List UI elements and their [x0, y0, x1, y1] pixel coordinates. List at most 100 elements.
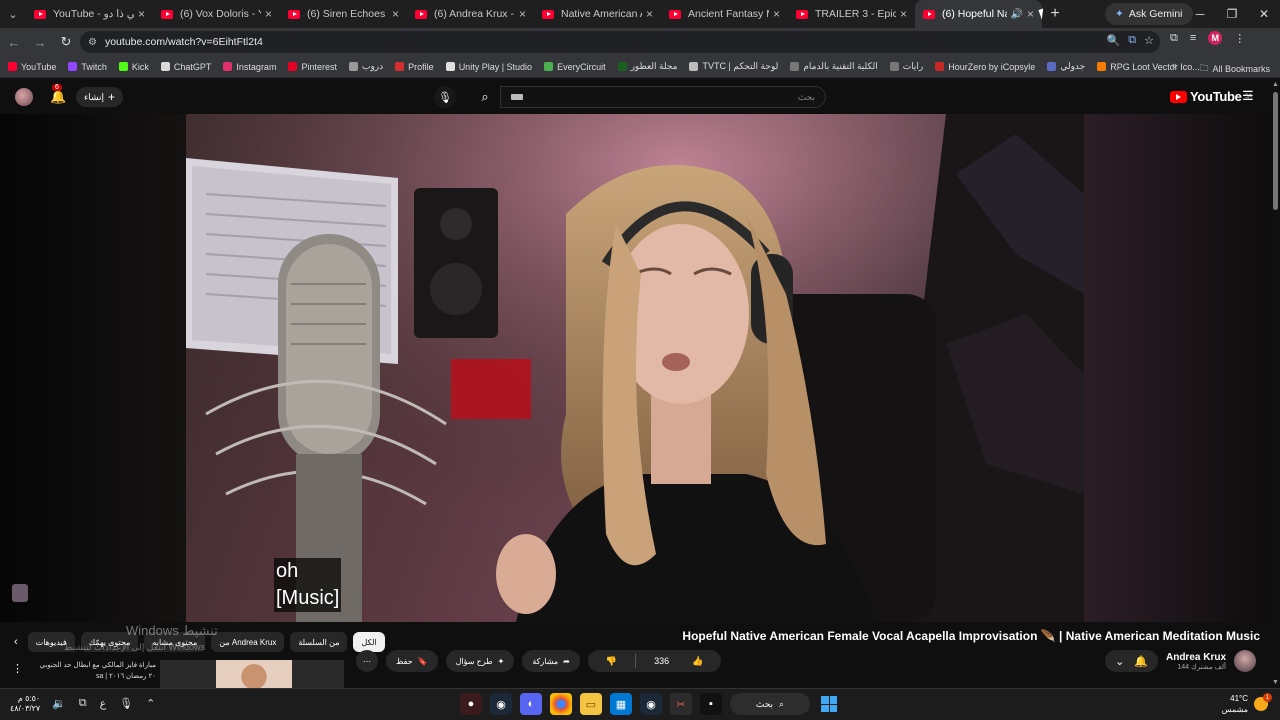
close-tab-icon[interactable]: × [138, 7, 145, 21]
speaker-icon[interactable]: 🔊 [1011, 9, 1023, 20]
browser-menu-icon[interactable]: ⋮ [1234, 32, 1245, 45]
share-button[interactable]: مشاركة ➦ [522, 650, 580, 672]
taskbar-search[interactable]: بحث ⌕ [730, 693, 810, 715]
mini-channel-avatar[interactable] [12, 584, 28, 602]
close-tab-icon[interactable]: × [519, 7, 526, 21]
minimize-icon[interactable]: ─ [1184, 0, 1216, 28]
bookmark-item[interactable]: Twitch [68, 62, 107, 72]
bookmark-item[interactable]: ChatGPT [160, 62, 211, 72]
steam-alt-icon[interactable]: ◉ [640, 693, 662, 715]
snipping-tool-icon[interactable]: ✂ [670, 693, 692, 715]
scroll-down-icon[interactable]: ▼ [1272, 679, 1279, 686]
close-window-icon[interactable]: ✕ [1248, 0, 1280, 28]
bookmark-item[interactable]: دروب [348, 61, 383, 72]
browser-tab-active[interactable]: (6) Hopeful Native 🔊 × [915, 0, 1042, 28]
site-info-icon[interactable]: ⚙ [88, 37, 97, 48]
address-bar[interactable]: ⚙ youtube.com/watch?v=6EihtFtl2t4 🔍 ⧉ ☆ [80, 31, 1160, 53]
terminal-icon[interactable]: ▪ [700, 693, 722, 715]
bookmark-item[interactable]: EveryCircuit [544, 62, 606, 72]
close-tab-icon[interactable]: × [773, 7, 780, 21]
reload-icon[interactable]: ↻ [54, 30, 78, 54]
chevron-left-icon[interactable]: ‹ [14, 636, 18, 648]
steam-icon[interactable]: ◉ [490, 693, 512, 715]
bookmark-item[interactable]: HourZero by iCopsyle [935, 62, 1035, 72]
translate-icon[interactable]: ⧉ [1128, 34, 1136, 47]
zoom-icon[interactable]: 🔍 [1107, 34, 1121, 47]
windows-start-icon[interactable] [818, 693, 840, 715]
bookmark-item[interactable]: TVTC | لوحة التحكم [689, 61, 778, 72]
chrome-icon[interactable] [550, 693, 572, 715]
bookmark-item[interactable]: Instagram [223, 62, 276, 72]
bookmark-item[interactable]: مجلة العطور [617, 61, 677, 72]
browser-tab[interactable]: TRAILER 3 - Epic Fema × [788, 0, 915, 28]
forward-icon[interactable]: → [28, 30, 52, 54]
close-tab-icon[interactable]: × [1027, 7, 1034, 21]
extensions-icon[interactable]: ⧉ [1170, 32, 1178, 45]
bookmark-item[interactable]: RPG Loot Vector Ico... [1097, 62, 1200, 72]
close-tab-icon[interactable]: × [265, 7, 272, 21]
filter-chip[interactable]: من Andrea Krux [211, 632, 285, 652]
filter-chip[interactable]: الكل [353, 632, 385, 652]
recommendation-thumbnail[interactable] [160, 660, 344, 688]
bookmark-item[interactable]: Profile [395, 62, 434, 72]
close-tab-icon[interactable]: × [900, 7, 907, 21]
bookmark-item[interactable]: Pinterest [288, 62, 337, 72]
youtube-logo[interactable]: YouTube SA [1170, 89, 1252, 104]
page-scrollbar[interactable]: ▲ ▼ [1270, 78, 1280, 688]
media-controls-icon[interactable]: ≡ [1190, 32, 1196, 44]
language-indicator[interactable]: ع [100, 697, 107, 710]
back-icon[interactable]: ← [2, 30, 26, 54]
recommendation-title[interactable]: مباراة فايز المالكي مع ابطال حد الجنوبي … [32, 660, 156, 682]
scrollbar-thumb[interactable] [1273, 92, 1278, 210]
browser-tab[interactable]: (6) Siren Echoes In The × [280, 0, 407, 28]
profile-avatar[interactable]: M [1208, 31, 1223, 45]
new-tab-button[interactable]: + [1042, 5, 1068, 23]
tab-search-button[interactable]: ⌄ [0, 0, 26, 28]
microphone-tray-icon[interactable]: 🎙 [119, 697, 133, 710]
system-clock[interactable]: ٥:٥٠ م ٤٨/٠٣/٢٧ [10, 694, 40, 714]
volume-icon[interactable]: 🔉 [52, 697, 66, 710]
video-player[interactable]: oh [Music] [0, 114, 1270, 622]
like-button[interactable]: 336 👍 [636, 656, 721, 667]
browser-tab[interactable]: Native American A Cap × [534, 0, 661, 28]
bookmark-item[interactable]: Kick [118, 62, 149, 72]
guide-menu-icon[interactable]: ☰ [1242, 88, 1254, 104]
restore-icon[interactable]: ❐ [1216, 0, 1248, 28]
more-bookmarks-icon[interactable]: » [1172, 60, 1177, 70]
channel-avatar[interactable] [1234, 650, 1256, 672]
bookmark-item[interactable]: YouTube [8, 62, 56, 72]
close-tab-icon[interactable]: × [646, 7, 653, 21]
subscribed-button[interactable]: ⌄ 🔔 [1105, 650, 1158, 672]
file-explorer-icon[interactable]: ▭ [580, 693, 602, 715]
notifications-bell-icon[interactable]: 🔔 [50, 89, 66, 105]
voice-search-mic-icon[interactable]: 🎙 [434, 86, 456, 108]
search-icon[interactable]: ⌕ [472, 86, 498, 108]
account-avatar[interactable] [15, 88, 33, 106]
close-tab-icon[interactable]: × [392, 7, 399, 21]
browser-tab[interactable]: (6) Andrea Krux - YouTube × [407, 0, 534, 28]
channel-name[interactable]: Andrea Krux [1166, 652, 1226, 663]
recommendation-menu-icon[interactable]: ⋮ [12, 662, 23, 675]
more-actions-button[interactable]: ⋯ [356, 650, 378, 672]
bookmark-item[interactable]: جدولي [1047, 61, 1085, 72]
browser-tab[interactable]: YouTube - يكفيني ذا دو × [26, 0, 153, 28]
bookmark-item[interactable]: الكلية التقنية بالدمام [790, 61, 878, 72]
show-hidden-icons[interactable]: ⌃ [146, 697, 155, 710]
keyboard-icon[interactable] [511, 94, 523, 100]
ask-button[interactable]: طرح سؤال ✦ [445, 650, 515, 672]
bookmark-star-icon[interactable]: ☆ [1144, 34, 1154, 47]
browser-tab[interactable]: Ancient Fantasy Medie × [661, 0, 788, 28]
dislike-button[interactable]: 👎 [588, 656, 635, 667]
search-input[interactable]: بحث [500, 86, 826, 108]
filter-chip[interactable]: من السلسلة [290, 632, 348, 652]
discord-icon[interactable]: ◐ [520, 693, 542, 715]
scroll-up-icon[interactable]: ▲ [1272, 81, 1279, 88]
bookmark-item[interactable]: رايات [889, 61, 923, 72]
video-frame[interactable] [186, 114, 1084, 622]
store-icon[interactable]: ▦ [610, 693, 632, 715]
browser-tab[interactable]: (6) Vox Doloris - YouTube × [153, 0, 280, 28]
all-bookmarks-button[interactable]: 🗀 All Bookmarks [1199, 61, 1270, 77]
save-button[interactable]: حفظ 🔖 [386, 650, 438, 672]
bookmark-item[interactable]: Unity Play | Studio [445, 62, 532, 72]
display-icon[interactable]: ⧉ [79, 697, 87, 710]
